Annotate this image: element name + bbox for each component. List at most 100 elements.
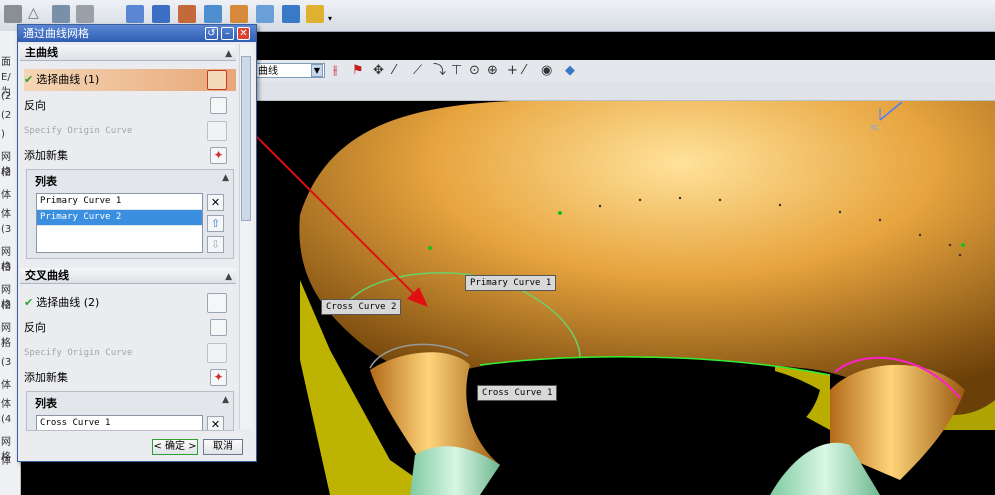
collapse-icon[interactable]: ▲ [222,395,229,405]
point-on-face-icon[interactable]: ◉ [541,64,552,78]
add-new-set-icon[interactable]: ✦ [210,369,227,386]
reset-icon[interactable]: ↺ [205,27,218,40]
label-cross-curve-1: Cross Curve 1 [477,385,558,401]
navigator-item-fragment: ) [1,129,5,140]
move-down-icon: ⇩ [207,236,224,253]
navigator-item-fragment: (2 [1,91,12,102]
selection-toolbar: 曲线 ▼ ⫲ ⚑ ✥ ⁄ ⟋ ⤵ ⊤ ⊙ ⊕ + ⁄ ◉ ◆ [255,60,995,83]
ok-button[interactable]: < 确定 > [152,439,198,455]
dialog-scrollbar[interactable] [239,44,253,429]
cross-section-title: 交叉曲线 [25,269,69,282]
primary-list-panel: 列表 ▲ Primary Curve 1 Primary Curve 2 ✕ ⇧… [26,169,234,259]
check-icon: ✔ [24,73,34,86]
primary-section-title: 主曲线 [25,46,58,59]
control-point-icon[interactable]: ⤵ [433,64,446,78]
cross-select-label: 选择曲线 (2) [36,296,100,309]
reverse-direction-icon[interactable] [210,97,227,114]
blend-icon[interactable] [204,5,222,23]
select-curve-icon[interactable] [207,293,227,313]
cross-origin-label: Specify Origin Curve [24,348,133,358]
close-icon[interactable]: ✕ [237,27,250,40]
navigator-item-fragment: 体 [1,209,11,220]
select-curve-icon[interactable] [207,70,227,90]
list-item[interactable]: Primary Curve 2 [37,210,202,226]
remove-icon[interactable]: ✕ [207,194,224,211]
primary-reverse-label: 反向 [24,99,46,112]
collapse-icon[interactable]: ▲ [225,269,232,285]
list-item[interactable]: Primary Curve 1 [37,194,202,210]
navigator-item-fragment: (2 [1,300,12,311]
snap-point-icon[interactable]: ⚑ [352,64,364,78]
move-up-icon[interactable]: ⇧ [207,215,224,232]
layers-icon[interactable] [76,5,94,23]
move-icon[interactable]: ✥ [373,64,384,78]
triangle-icon[interactable]: △ [28,5,46,23]
navigator-item-fragment: ) [1,338,5,349]
cross-select-curve-row[interactable]: ✔ 选择曲线 (2) [24,292,236,314]
offset-surface-icon[interactable] [282,5,300,23]
navigator-item-fragment: (2 [1,110,12,121]
dialog-title: 通过曲线网格 [23,27,89,40]
primary-curve-section-header[interactable]: 主曲线 ▲ [20,45,236,61]
graphics-header [255,82,995,101]
primary-add-new-label: 添加新集 [24,149,68,162]
mesh-surface-icon[interactable] [126,5,144,23]
sweep-icon[interactable] [178,5,196,23]
navigator-item-fragment: (3 [1,357,12,368]
origin-curve-icon [207,121,227,141]
axis-label: YC [870,124,879,132]
curve-mesh-icon[interactable] [152,5,170,23]
navigator-item-fragment: 体 [1,380,11,391]
surface-hole [475,358,820,453]
reverse-direction-icon[interactable] [210,319,227,336]
axis-triad: YC [868,100,908,136]
n-sided-icon[interactable] [230,5,248,23]
center-icon[interactable]: ⊙ [469,64,480,78]
label-primary-curve-1: Primary Curve 1 [465,275,557,291]
primary-list-title: 列表 [35,175,57,188]
minimize-icon[interactable]: – [221,27,234,40]
collapse-icon[interactable]: ▲ [222,173,229,183]
cube-icon[interactable]: ◆ [565,64,575,78]
intersection-icon[interactable]: ⊤ [451,64,462,78]
cross-reverse-row: 反向 [24,317,236,339]
square-icon[interactable] [4,5,22,23]
point-on-curve-icon[interactable]: ⁄ [523,64,525,78]
primary-origin-label: Specify Origin Curve [24,126,133,136]
primary-curve-list[interactable]: Primary Curve 1 Primary Curve 2 [36,193,203,253]
origin-curve-icon [207,343,227,363]
line-icon[interactable]: ⁄ [393,64,395,78]
primary-origin-row: Specify Origin Curve [24,120,236,142]
navigator-item-fragment: 体 [1,190,11,201]
navigator-item-fragment: (2 [1,167,12,178]
snap-intersect-icon[interactable]: ⫲ [333,64,337,78]
list-item[interactable]: Cross Curve 1 [37,416,202,430]
endpoint-icon[interactable]: ⟋ [413,64,422,78]
cancel-button[interactable]: 取消 [203,439,243,455]
mesh-surface-dialog: 通过曲线网格 ↺ – ✕ 主曲线 ▲ ✔ 选择曲线 (1) 反向 Specify … [17,24,257,462]
remove-icon[interactable]: ✕ [207,416,224,430]
quadrant-icon[interactable]: ⊕ [487,64,498,78]
scrollbar-thumb[interactable] [241,56,251,221]
bridge-icon[interactable] [256,5,274,23]
toolbar-overflow-icon[interactable]: ▾ [328,14,332,23]
navigator-item-fragment: 体 [1,456,11,467]
cross-curve-list[interactable]: Cross Curve 1 [36,415,203,430]
dialog-title-bar[interactable]: 通过曲线网格 ↺ – ✕ [18,25,256,42]
cross-curve-section-header[interactable]: 交叉曲线 ▲ [20,268,236,284]
extend-icon[interactable] [306,5,324,23]
add-new-set-icon[interactable]: ✦ [210,147,227,164]
cross-list-title: 列表 [35,397,57,410]
chevron-down-icon[interactable]: ▼ [311,64,323,77]
navigator-item-fragment: (3 [1,224,12,235]
existing-point-icon[interactable]: + [507,64,518,78]
label-cross-curve-2: Cross Curve 2 [321,299,402,315]
navigator-item-fragment: (3 [1,262,12,273]
primary-select-curve-row[interactable]: ✔ 选择曲线 (1) [24,69,236,91]
primary-add-new-row: 添加新集 [24,145,236,167]
collapse-icon[interactable]: ▲ [225,46,232,62]
cross-add-new-row: 添加新集 [24,367,236,389]
save-icon[interactable] [52,5,70,23]
navigator-item-fragment: 面 [1,57,11,68]
check-icon: ✔ [24,296,34,309]
